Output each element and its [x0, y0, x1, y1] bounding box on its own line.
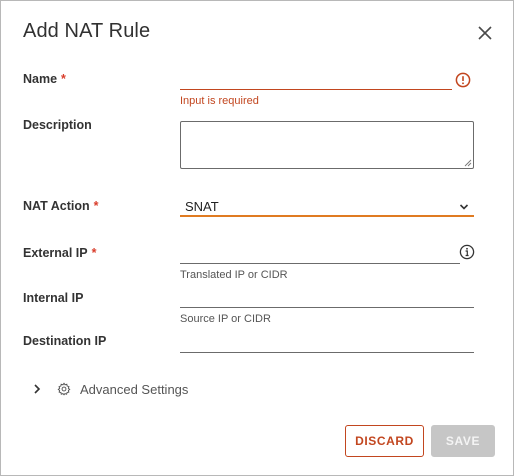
dialog-title: Add NAT Rule [23, 20, 151, 42]
required-marker: * [61, 72, 66, 86]
advanced-settings-toggle[interactable]: Advanced Settings [31, 380, 188, 398]
internal-ip-underline [180, 307, 474, 308]
internal-ip-helper: Source IP or CIDR [180, 313, 271, 325]
name-input[interactable] [180, 69, 450, 89]
external-ip-label: External IP * [23, 246, 97, 260]
description-textarea[interactable] [180, 121, 474, 169]
name-label: Name * [23, 72, 66, 86]
discard-button[interactable]: DISCARD [345, 425, 424, 457]
external-ip-input[interactable] [180, 242, 456, 262]
external-ip-label-text: External IP [23, 246, 88, 260]
add-nat-rule-dialog: Add NAT Rule Name * Input is required Des… [0, 0, 514, 476]
nat-action-select[interactable]: SNAT [185, 199, 219, 214]
destination-ip-underline [180, 352, 474, 353]
name-label-text: Name [23, 72, 58, 86]
destination-ip-input[interactable] [180, 330, 472, 350]
close-icon[interactable] [473, 21, 497, 45]
nat-action-underline [180, 215, 474, 217]
chevron-down-icon[interactable] [457, 201, 471, 213]
name-input-underline [180, 89, 452, 90]
external-ip-underline [180, 263, 460, 264]
error-icon [455, 72, 471, 88]
internal-ip-input[interactable] [180, 286, 472, 306]
destination-ip-label: Destination IP [23, 334, 107, 348]
nat-action-label-text: NAT Action [23, 199, 90, 213]
name-error-message: Input is required [180, 95, 259, 107]
description-label: Description [23, 118, 92, 132]
required-marker: * [93, 199, 99, 213]
advanced-settings-label: Advanced Settings [80, 381, 189, 397]
info-icon[interactable] [459, 244, 475, 260]
chevron-right-icon[interactable] [31, 383, 43, 395]
required-marker: * [91, 246, 97, 260]
internal-ip-label: Internal IP [23, 291, 84, 305]
external-ip-helper: Translated IP or CIDR [180, 269, 288, 281]
nat-action-label: NAT Action * [23, 199, 99, 213]
gear-icon [57, 382, 71, 396]
resize-grip-icon[interactable] [464, 159, 472, 167]
save-button[interactable]: SAVE [431, 425, 495, 457]
